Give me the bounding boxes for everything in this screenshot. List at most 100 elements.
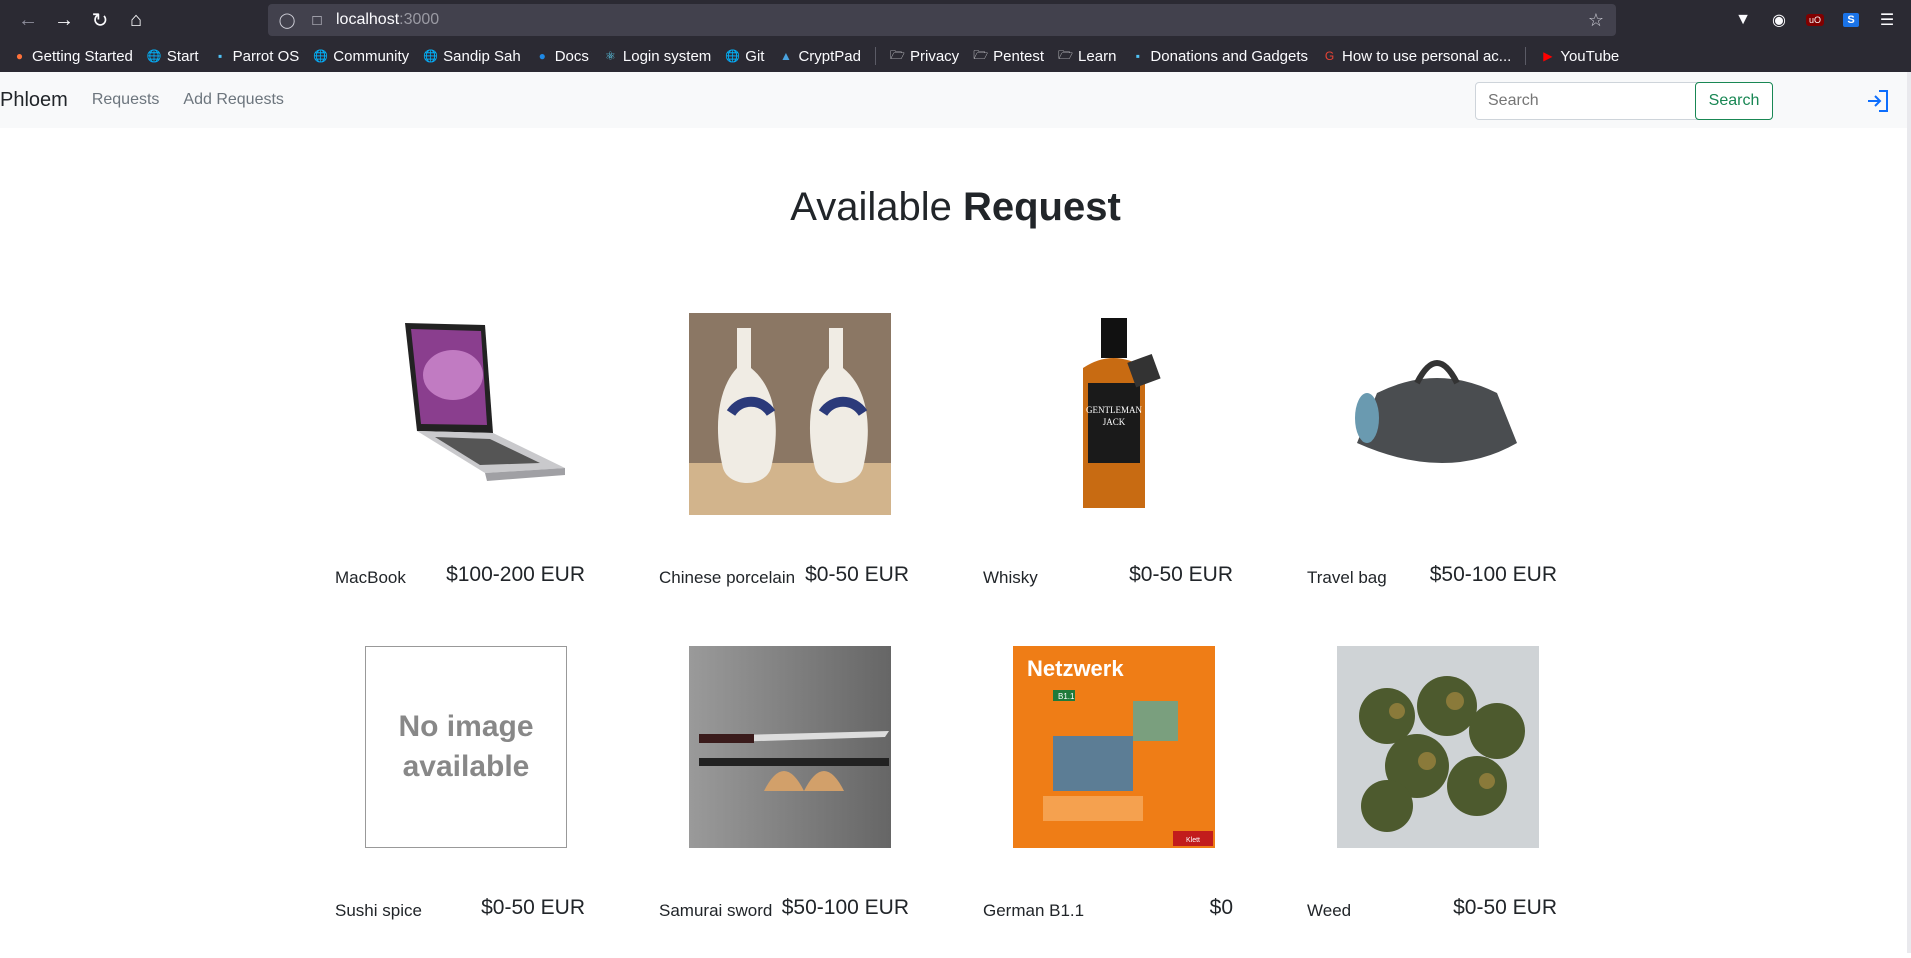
bookmark-item[interactable]: 🌐 Community [309,46,413,67]
card-image[interactable] [365,313,567,515]
search-input[interactable] [1475,82,1699,120]
ublock-icon[interactable]: uO [1799,4,1831,36]
card-image[interactable] [689,646,891,848]
card-name: Samurai sword [659,901,773,920]
bookmark-item[interactable]: ● Docs [531,46,593,67]
card-image[interactable]: No image available [365,646,567,848]
card-image[interactable] [689,313,891,515]
card-price: $0 [1209,896,1233,919]
bookmark-item[interactable]: ⚛ Login system [599,46,715,67]
react-icon: ⚛ [605,49,616,63]
home-icon[interactable]: ⌂ [118,4,154,36]
bookmark-label: Docs [554,47,589,65]
bookmark-label: Start [166,47,199,65]
globe-icon: 🌐 [146,49,162,63]
url-port: :3000 [399,11,440,28]
page-title: Available Request [0,185,1911,230]
bookmark-label: Learn [1078,47,1117,65]
svg-text:available: available [403,750,530,783]
card-name: Travel bag [1307,568,1387,587]
svg-text:Klett: Klett [1186,837,1200,844]
bookmark-label: YouTube [1560,47,1620,65]
card-price: $0-50 EUR [805,563,909,586]
card-price: $50-100 EUR [1429,563,1557,586]
login-icon[interactable] [1866,90,1890,112]
request-card[interactable]: No image available Sushi spice $0-50 EUR [325,638,625,958]
bookmark-item[interactable]: 🗁 Learn [1054,46,1120,67]
svg-text:B1.1: B1.1 [1058,692,1075,701]
card-image[interactable] [1337,646,1539,848]
card-name: MacBook [335,568,406,587]
card-image[interactable]: Netzwerk B1.1 Klett [1013,646,1215,848]
bookmark-label: Donations and Gadgets [1150,47,1309,65]
docs-icon: ● [538,49,546,63]
google-icon: G [1324,49,1335,63]
bookmark-label: Git [745,47,765,65]
youtube-icon: ▶ [1543,49,1553,63]
card-name: Chinese porcelain [659,568,796,587]
bookmark-item[interactable]: ▲ CryptPad [774,46,865,67]
card-name: Whisky [983,568,1038,587]
forward-arrow-icon[interactable]: → [46,4,82,36]
extensions-area: ▼ ◉ uO S ☰ [1727,4,1903,36]
parrot-icon: ▪ [1135,49,1141,63]
nav-link-add-requests[interactable]: Add Requests [183,91,284,109]
brand-link[interactable]: Phloem [0,89,68,112]
url-text[interactable]: localhost:3000 [336,11,439,29]
title-light: Available [790,185,963,229]
bookmark-item[interactable]: 🌐 Start [143,46,203,67]
nav-link-requests[interactable]: Requests [92,91,160,109]
svg-text:GENTLEMAN: GENTLEMAN [1086,405,1142,415]
bookmark-item[interactable]: 🌐 Git [721,46,768,67]
pocket-icon[interactable]: ▼ [1727,4,1759,36]
browser-chrome: ← → ↻ ⌂ ◯ □ localhost:3000 ☆ ▼ ◉ uO S ☰ … [0,0,1911,72]
bookmark-item[interactable]: 🗁 Pentest [969,46,1048,67]
globe-icon: 🌐 [313,49,329,63]
bookmark-item[interactable]: ▶ YouTube [1536,46,1623,67]
folder-icon: 🗁 [890,47,905,62]
request-card[interactable]: GENTLEMAN JACK Whisky $0-50 EUR [973,305,1273,625]
bookmark-item[interactable]: G How to use personal ac... [1318,46,1515,67]
bookmark-separator [1525,47,1527,65]
search-button[interactable]: Search [1695,82,1773,120]
request-card[interactable]: Travel bag $50-100 EUR [1297,305,1597,625]
card-price: $50-100 EUR [781,896,909,919]
scrollbar[interactable] [1907,72,1911,953]
request-card[interactable]: Chinese porcelain $0-50 EUR [649,305,949,625]
bookmark-item[interactable]: 🗁 Privacy [886,46,963,67]
reload-icon[interactable]: ↻ [82,4,118,36]
request-card[interactable]: MacBook $100-200 EUR [325,305,625,625]
extension-icon[interactable]: ◉ [1763,4,1795,36]
bookmark-label: Privacy [909,47,960,65]
bookmark-item[interactable]: ▪ Donations and Gadgets [1126,46,1312,67]
address-bar[interactable]: ◯ □ localhost:3000 ☆ [268,4,1616,36]
card-image[interactable]: GENTLEMAN JACK [1013,313,1215,515]
request-card[interactable]: Netzwerk B1.1 Klett German B1.1 $0 [973,638,1273,958]
card-image[interactable] [1337,313,1539,515]
cryptpad-icon: ▲ [780,49,792,63]
card-price: $0-50 EUR [1129,563,1233,586]
shield-icon[interactable]: ◯ [276,11,298,29]
s-extension-icon[interactable]: S [1835,4,1867,36]
site-navbar: Phloem Requests Add Requests Search [0,72,1911,128]
folder-icon: 🗁 [973,47,989,62]
request-card[interactable]: Weed $0-50 EUR [1297,638,1597,958]
bookmark-label: Sandip Sah [443,47,521,65]
request-card[interactable]: Samurai sword $50-100 EUR [649,638,949,958]
bookmark-star-icon[interactable]: ☆ [1588,10,1604,31]
bookmark-item[interactable]: ▪ Parrot OS [209,46,304,67]
menu-icon[interactable]: ☰ [1871,4,1903,36]
page-info-icon[interactable]: □ [306,12,328,29]
bookmark-label: Pentest [993,47,1045,65]
bookmark-label: Login system [622,47,712,65]
bookmark-separator [874,47,876,65]
bookmark-label: Getting Started [32,47,133,65]
title-bold: Request [962,185,1121,229]
parrot-icon: ▪ [217,49,223,63]
bookmark-item[interactable]: 🌐 Sandip Sah [419,46,525,67]
card-name: German B1.1 [983,901,1085,920]
bookmark-label: Community [333,47,410,65]
globe-icon: 🌐 [423,49,439,63]
back-arrow-icon[interactable]: ← [10,4,46,36]
bookmark-item[interactable]: ● Getting Started [8,46,137,67]
